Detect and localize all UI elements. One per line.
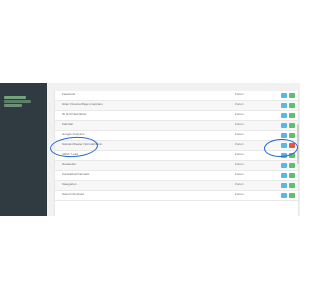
row-status: Forum (235, 92, 244, 96)
edit-icon[interactable] (281, 133, 287, 138)
row-name: Kalmbar (62, 122, 74, 126)
check-icon[interactable] (289, 133, 295, 138)
check-icon[interactable] (289, 123, 295, 128)
check-icon[interactable] (289, 103, 295, 108)
screenshot-frame: Facebook Forum Gitter Finance/Page Inter… (0, 0, 300, 300)
edit-icon[interactable] (281, 103, 287, 108)
sidebar-item-2[interactable] (4, 100, 31, 103)
row-status: Forum (235, 142, 244, 146)
table-row: Saved Checkout Forum (55, 191, 298, 201)
row-name: Kategorien (62, 182, 77, 186)
table-row: Kalmbar Forum (55, 121, 298, 131)
scrollbar[interactable] (297, 124, 299, 164)
row-status: Forum (235, 122, 244, 126)
check-icon[interactable] (289, 173, 295, 178)
row-name: ID Grid Newsletter (62, 112, 87, 116)
table-row: Facebook Forum (55, 91, 298, 101)
check-icon[interactable] (289, 93, 295, 98)
table-row: ID Grid Newsletter Forum (55, 111, 298, 121)
sidebar (0, 83, 47, 216)
row-name: Gitter Finance/Page Interplans (62, 102, 103, 106)
sidebar-item-3[interactable] (4, 104, 22, 107)
edit-icon[interactable] (281, 183, 287, 188)
edit-icon[interactable] (281, 123, 287, 128)
plugins-table: Facebook Forum Gitter Finance/Page Inter… (54, 91, 299, 216)
row-name: Saved Checkout (62, 192, 85, 196)
row-name: Newsletter (62, 162, 77, 166)
row-status: Forum (235, 112, 244, 116)
check-icon[interactable] (289, 183, 295, 188)
check-icon[interactable] (289, 113, 295, 118)
sidebar-item-1[interactable] (4, 96, 26, 99)
row-status: Forum (235, 192, 244, 196)
edit-icon[interactable] (281, 93, 287, 98)
row-name: Google Analytics (62, 132, 85, 136)
row-status: Forum (235, 182, 244, 186)
edit-icon[interactable] (281, 193, 287, 198)
row-status: Forum (235, 172, 244, 176)
table-row: Newsletter Forum (55, 161, 298, 171)
edit-icon[interactable] (281, 173, 287, 178)
row-name: Kontaktbuch Einsatz (62, 172, 90, 176)
app-screenshot: Facebook Forum Gitter Finance/Page Inter… (0, 83, 300, 216)
row-status: Forum (235, 162, 244, 166)
edit-icon[interactable] (281, 113, 287, 118)
table-row: Kontaktbuch Einsatz Forum (55, 171, 298, 181)
row-name: Facebook (62, 92, 76, 96)
check-icon[interactable] (289, 193, 295, 198)
row-status: Forum (235, 152, 244, 156)
table-row: Gitter Finance/Page Interplans Forum (55, 101, 298, 111)
table-row: Kategorien Forum (55, 181, 298, 191)
edit-icon[interactable] (281, 163, 287, 168)
row-status: Forum (235, 132, 244, 136)
check-icon[interactable] (289, 163, 295, 168)
row-status: Forum (235, 102, 244, 106)
